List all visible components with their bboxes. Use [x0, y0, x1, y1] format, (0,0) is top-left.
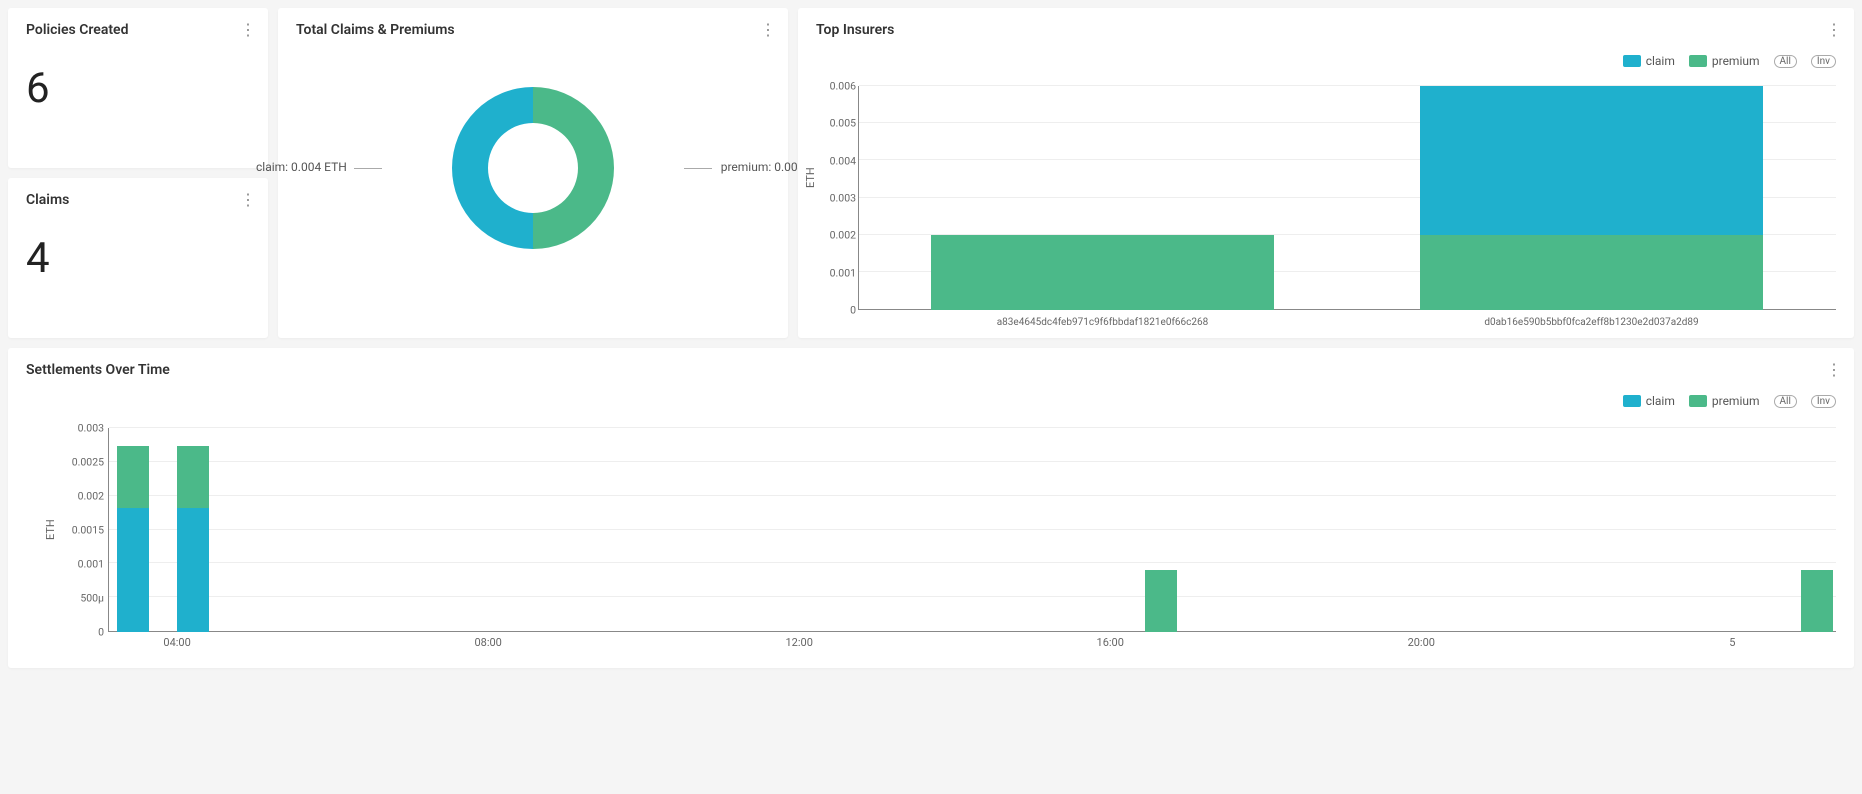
- y-axis: 0 500µ 0.001 0.0015 0.002 0.0025 0.003: [50, 428, 104, 632]
- y-tick: 500µ: [80, 592, 104, 605]
- bar-seg-premium: [931, 235, 1273, 310]
- donut-label-claim: claim: 0.004 ETH: [256, 160, 347, 174]
- bar-seg-premium: [1145, 570, 1177, 632]
- legend-swatch-premium: [1689, 395, 1707, 407]
- kebab-menu-icon[interactable]: ⋮: [240, 22, 256, 38]
- legend-swatch-claim: [1623, 395, 1641, 407]
- bar-seg-premium: [117, 446, 149, 508]
- bar-seg-claim: [117, 508, 149, 632]
- settle-bar[interactable]: [117, 446, 149, 632]
- bar-seg-claim: [177, 508, 209, 632]
- legend-item-claim[interactable]: claim: [1623, 394, 1675, 408]
- x-tick: 04:00: [163, 636, 190, 649]
- y-tick: 0.002: [830, 229, 856, 242]
- donut-leader-line: [684, 168, 712, 169]
- insurers-bar-chart: ETH 0 0.001 0.002 0.003 0.004 0.005 0.00…: [858, 86, 1836, 310]
- y-axis: 0 0.001 0.002 0.003 0.004 0.005 0.006: [808, 86, 856, 310]
- bar-stack[interactable]: [931, 235, 1273, 310]
- card-claims: Claims ⋮ 4: [8, 178, 268, 338]
- card-title: Claims: [26, 192, 250, 208]
- legend-item-claim[interactable]: claim: [1623, 54, 1675, 68]
- legend-pill-all[interactable]: All: [1774, 55, 1797, 68]
- y-tick: 0.001: [78, 558, 104, 571]
- legend-swatch-premium: [1689, 55, 1707, 67]
- chart-grid: [108, 428, 1836, 632]
- kebab-menu-icon[interactable]: ⋮: [760, 22, 776, 38]
- kebab-menu-icon[interactable]: ⋮: [1826, 362, 1842, 378]
- x-label: a83e4645dc4feb971c9f6fbbdaf1821e0f66c268: [997, 317, 1209, 328]
- legend-item-premium[interactable]: premium: [1689, 54, 1760, 68]
- card-total-claims-premiums: Total Claims & Premiums ⋮ claim: 0.004 E…: [278, 8, 788, 338]
- legend-pill-inv[interactable]: Inv: [1811, 55, 1836, 68]
- legend-pill-all[interactable]: All: [1774, 395, 1797, 408]
- bar-seg-premium: [177, 446, 209, 508]
- bar-group: a83e4645dc4feb971c9f6fbbdaf1821e0f66c268: [858, 86, 1347, 310]
- legend-label: premium: [1712, 394, 1760, 408]
- legend: claim premium All Inv: [1623, 54, 1836, 68]
- x-tick: 5: [1729, 636, 1735, 649]
- kebab-menu-icon[interactable]: ⋮: [1826, 22, 1842, 38]
- card-title: Settlements Over Time: [26, 362, 1836, 378]
- legend-label: claim: [1646, 394, 1675, 408]
- donut-leader-line: [354, 168, 382, 169]
- card-policies-created: Policies Created ⋮ 6: [8, 8, 268, 168]
- legend: claim premium All Inv: [1623, 394, 1836, 408]
- card-title: Top Insurers: [816, 22, 1836, 38]
- legend-item-premium[interactable]: premium: [1689, 394, 1760, 408]
- claims-value: 4: [26, 234, 250, 283]
- y-tick: 0.003: [78, 422, 104, 435]
- x-axis: 04:00 08:00 12:00 16:00 20:00 5: [108, 636, 1836, 652]
- y-tick: 0.006: [830, 80, 856, 93]
- x-tick: 12:00: [785, 636, 812, 649]
- settle-bar[interactable]: [1145, 570, 1177, 632]
- bar-stack[interactable]: [1420, 86, 1762, 310]
- legend-label: premium: [1712, 54, 1760, 68]
- x-tick: 20:00: [1408, 636, 1435, 649]
- donut-svg: [443, 78, 623, 258]
- settle-bar[interactable]: [177, 446, 209, 632]
- kebab-menu-icon[interactable]: ⋮: [240, 192, 256, 208]
- y-tick: 0.003: [830, 192, 856, 205]
- bar-seg-claim: [1420, 86, 1762, 235]
- card-top-insurers: Top Insurers ⋮ claim premium All Inv ETH…: [798, 8, 1854, 338]
- y-tick: 0.001: [830, 266, 856, 279]
- bar-group: d0ab16e590b5bbf0fca2eff8b1230e2d037a2d89: [1347, 86, 1836, 310]
- x-tick: 16:00: [1097, 636, 1124, 649]
- legend-pill-inv[interactable]: Inv: [1811, 395, 1836, 408]
- x-label: d0ab16e590b5bbf0fca2eff8b1230e2d037a2d89: [1484, 317, 1698, 328]
- settlements-chart: ETH 0 500µ 0.001 0.0015 0.002 0.0025 0.0…: [108, 428, 1836, 632]
- y-tick: 0.004: [830, 154, 856, 167]
- bars: a83e4645dc4feb971c9f6fbbdaf1821e0f66c268…: [858, 86, 1836, 310]
- card-title: Total Claims & Premiums: [296, 22, 770, 38]
- bar-seg-premium: [1801, 570, 1833, 632]
- legend-label: claim: [1646, 54, 1675, 68]
- y-tick: 0: [98, 626, 104, 639]
- donut-chart: claim: 0.004 ETH premium: 0.004 ETH: [296, 38, 770, 298]
- dashboard: Policies Created ⋮ 6 Claims ⋮ 4 Total Cl…: [8, 8, 1854, 668]
- y-tick: 0.005: [830, 117, 856, 130]
- y-tick: 0.0025: [72, 456, 104, 469]
- policies-value: 6: [26, 64, 250, 113]
- x-tick: 08:00: [474, 636, 501, 649]
- card-title: Policies Created: [26, 22, 250, 38]
- card-settlements-over-time: Settlements Over Time ⋮ claim premium Al…: [8, 348, 1854, 668]
- y-tick: 0: [850, 304, 856, 317]
- y-tick: 0.0015: [72, 524, 104, 537]
- bar-seg-premium: [1420, 235, 1762, 310]
- settle-bar[interactable]: [1801, 570, 1833, 632]
- legend-swatch-claim: [1623, 55, 1641, 67]
- y-tick: 0.002: [78, 490, 104, 503]
